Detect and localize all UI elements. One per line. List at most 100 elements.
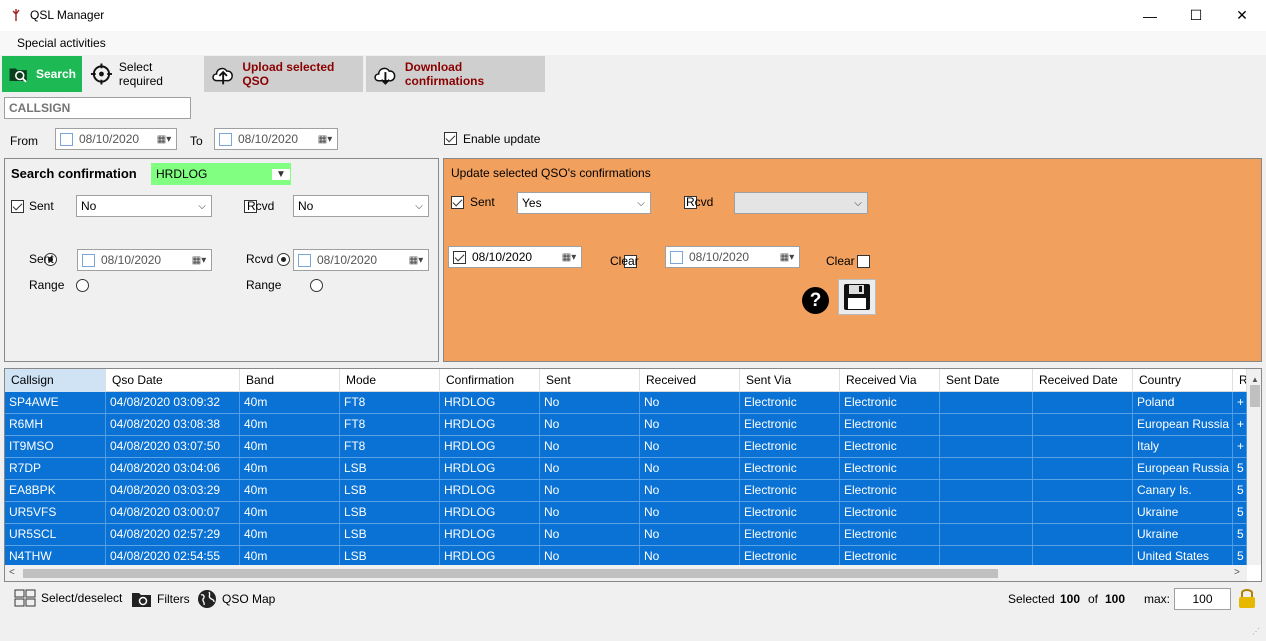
- column-header[interactable]: Received Via: [840, 369, 940, 392]
- table-cell: [940, 414, 1033, 435]
- clear-rcvd-date-checkbox[interactable]: [857, 255, 871, 268]
- column-header[interactable]: Sent: [540, 369, 640, 392]
- service-select[interactable]: HRDLOG ▼: [151, 163, 291, 185]
- update-sent-date-checkbox[interactable]: [453, 250, 466, 264]
- upload-selected-qso-button[interactable]: Upload selected QSO: [204, 56, 363, 92]
- sent-range-label: Range: [29, 278, 65, 292]
- horizontal-scrollbar[interactable]: < >: [5, 565, 1247, 581]
- grid-header: Callsign Qso Date Band Mode Confirmation Sent…: [5, 369, 1247, 392]
- calendar-icon[interactable]: ▦▾: [404, 255, 428, 266]
- table-cell: Electronic: [740, 414, 840, 435]
- update-sent-checkbox[interactable]: [451, 196, 464, 209]
- lock-icon[interactable]: [1238, 587, 1256, 609]
- update-sent-date-picker[interactable]: 08/10/2020 ▦▾: [448, 246, 582, 268]
- search-button[interactable]: Search: [2, 56, 82, 92]
- column-header[interactable]: Qso Date: [106, 369, 240, 392]
- save-button[interactable]: [838, 279, 876, 315]
- column-header[interactable]: Callsign: [5, 369, 106, 392]
- select-deselect-button[interactable]: Select/deselect: [14, 589, 122, 607]
- table-cell: No: [640, 392, 740, 413]
- table-cell: UR5SCL: [5, 524, 106, 545]
- scroll-up-icon[interactable]: ▲: [1251, 375, 1259, 384]
- calendar-icon[interactable]: ▦▾: [152, 134, 176, 145]
- table-cell: No: [540, 414, 640, 435]
- column-header[interactable]: Sent Via: [740, 369, 840, 392]
- calendar-icon[interactable]: ▦▾: [187, 255, 211, 266]
- calendar-icon[interactable]: ▦▾: [557, 252, 581, 263]
- table-row[interactable]: EA8BPK 04/08/2020 03:03:29 40m LSB HRDLOG No N…: [5, 480, 1247, 502]
- download-confirmations-button[interactable]: Download confirmations: [366, 56, 545, 92]
- column-header[interactable]: R: [1233, 369, 1247, 392]
- sent-filter-checkbox[interactable]: [11, 200, 24, 213]
- minimize-button[interactable]: —: [1127, 0, 1173, 31]
- vertical-scroll-thumb[interactable]: [1250, 385, 1260, 407]
- sent-date-picker[interactable]: 08/10/2020 ▦▾: [77, 249, 212, 271]
- table-cell: Electronic: [840, 392, 940, 413]
- table-row[interactable]: R7DP 04/08/2020 03:04:06 40m LSB HRDLOG No No E…: [5, 458, 1247, 480]
- update-rcvd-select[interactable]: ⌵: [734, 192, 868, 214]
- column-header[interactable]: Sent Date: [940, 369, 1033, 392]
- sent-date-checkbox[interactable]: [82, 253, 95, 267]
- column-header[interactable]: Received Date: [1033, 369, 1133, 392]
- from-date-checkbox[interactable]: [60, 132, 73, 146]
- table-row[interactable]: UR5VFS 04/08/2020 03:00:07 40m LSB HRDLOG No N…: [5, 502, 1247, 524]
- qso-grid[interactable]: Callsign Qso Date Band Mode Confirmation Sent…: [4, 368, 1262, 582]
- table-cell: [1033, 392, 1133, 413]
- rcvd-date-picker[interactable]: 08/10/2020 ▦▾: [293, 249, 429, 271]
- table-row[interactable]: IT9MSO 04/08/2020 03:07:50 40m FT8 HRDLOG No N…: [5, 436, 1247, 458]
- calendar-icon[interactable]: ▦▾: [313, 134, 337, 145]
- help-icon[interactable]: ?: [802, 287, 829, 314]
- calendar-icon[interactable]: ▦▾: [775, 252, 799, 263]
- table-cell: 40m: [240, 414, 340, 435]
- column-header[interactable]: Country: [1133, 369, 1233, 392]
- to-date-picker[interactable]: 08/10/2020 ▦▾: [214, 128, 338, 150]
- table-cell: LSB: [340, 546, 440, 565]
- qso-map-button[interactable]: QSO Map: [197, 589, 275, 609]
- to-date-checkbox[interactable]: [219, 132, 232, 146]
- enable-update-checkbox[interactable]: [444, 132, 457, 145]
- filters-button[interactable]: Filters: [131, 589, 190, 609]
- column-header[interactable]: Confirmation: [440, 369, 540, 392]
- table-cell: LSB: [340, 458, 440, 479]
- max-input[interactable]: [1174, 588, 1231, 610]
- sent-filter-select[interactable]: No ⌵: [76, 195, 212, 217]
- save-disk-icon: [844, 284, 870, 310]
- update-sent-select[interactable]: Yes ⌵: [517, 192, 651, 214]
- table-cell: [940, 436, 1033, 457]
- selected-count: 100: [1060, 592, 1081, 606]
- rcvd-date-radio[interactable]: [277, 253, 291, 266]
- rcvd-range-radio[interactable]: [309, 279, 323, 292]
- update-rcvd-date-picker[interactable]: 08/10/2020 ▦▾: [665, 246, 800, 268]
- horizontal-scroll-thumb[interactable]: [23, 569, 998, 578]
- scroll-right-icon[interactable]: >: [1234, 567, 1240, 578]
- close-button[interactable]: ✕: [1219, 0, 1265, 31]
- table-cell: 04/08/2020 03:03:29: [106, 480, 240, 501]
- menu-special-activities[interactable]: Special activities: [17, 36, 106, 50]
- column-header[interactable]: Mode: [340, 369, 440, 392]
- table-cell: LSB: [340, 480, 440, 501]
- scroll-left-icon[interactable]: <: [9, 567, 15, 578]
- selected-label: Selected: [1008, 592, 1055, 606]
- rcvd-date-checkbox[interactable]: [298, 253, 311, 267]
- table-cell: No: [640, 502, 740, 523]
- table-row[interactable]: R6MH 04/08/2020 03:08:38 40m FT8 HRDLOG No No E…: [5, 414, 1247, 436]
- vertical-scrollbar[interactable]: ▲: [1247, 369, 1261, 565]
- chevron-down-icon: ⌵: [637, 197, 645, 209]
- column-header[interactable]: Received: [640, 369, 740, 392]
- table-row[interactable]: UR5SCL 04/08/2020 02:57:29 40m LSB HRDLOG No N…: [5, 524, 1247, 546]
- select-required-button[interactable]: Select required: [84, 56, 202, 92]
- update-rcvd-date-checkbox[interactable]: [670, 250, 683, 264]
- sent-range-radio[interactable]: [76, 279, 90, 292]
- callsign-input[interactable]: [4, 97, 191, 119]
- table-cell: 04/08/2020 03:04:06: [106, 458, 240, 479]
- resize-grip-icon[interactable]: ⋰: [1252, 627, 1260, 636]
- maximize-button[interactable]: ☐: [1173, 0, 1219, 31]
- table-cell: [1033, 458, 1133, 479]
- column-header[interactable]: Band: [240, 369, 340, 392]
- table-cell: No: [540, 524, 640, 545]
- rcvd-filter-select[interactable]: No ⌵: [293, 195, 429, 217]
- from-date-picker[interactable]: 08/10/2020 ▦▾: [55, 128, 177, 150]
- table-row[interactable]: N4THW 04/08/2020 02:54:55 40m LSB HRDLOG No No…: [5, 546, 1247, 565]
- table-row[interactable]: SP4AWE 04/08/2020 03:09:32 40m FT8 HRDLOG No N…: [5, 392, 1247, 414]
- table-cell: 04/08/2020 02:54:55: [106, 546, 240, 565]
